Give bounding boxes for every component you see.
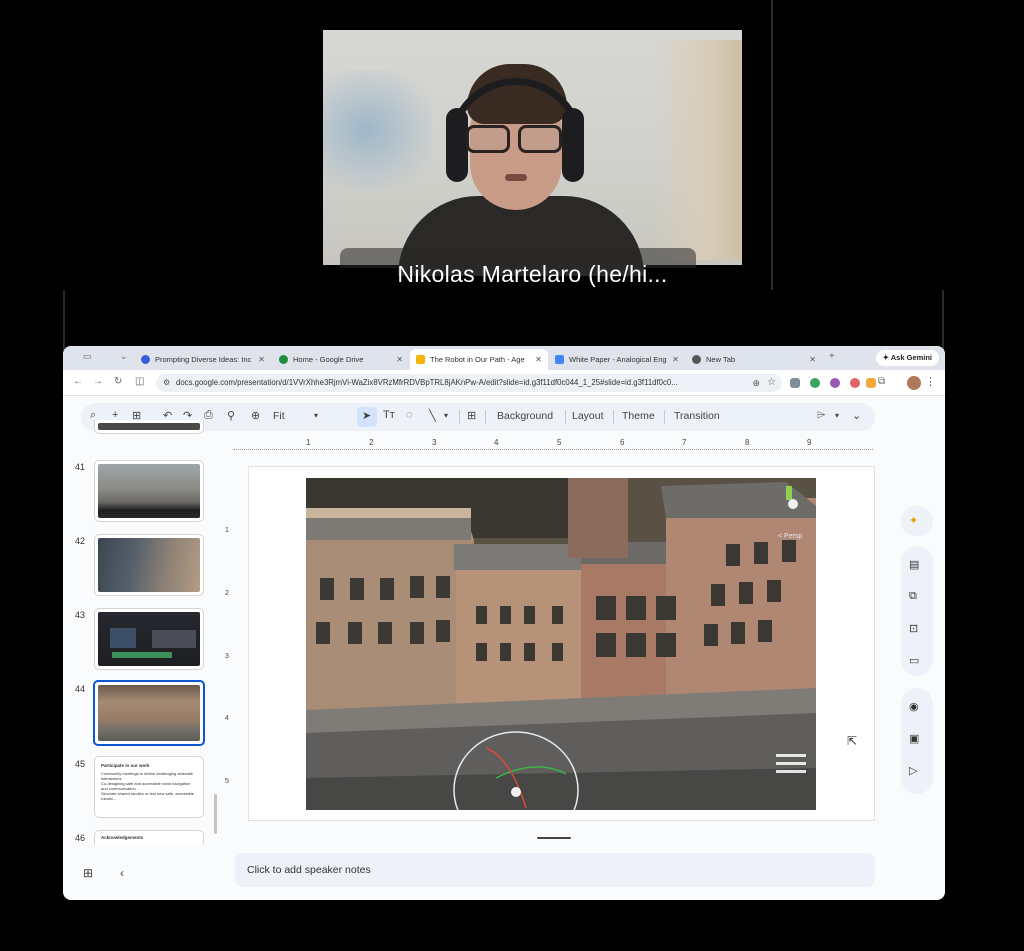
- slide-thumbnail-44[interactable]: [93, 680, 205, 746]
- bookmark-star-icon[interactable]: ☆: [767, 374, 776, 392]
- reload-icon[interactable]: ↻: [114, 376, 122, 387]
- grid-divider: [63, 290, 65, 350]
- chrome-icon: [692, 355, 701, 364]
- slide-image-city-street-simulation[interactable]: < Persp: [306, 478, 816, 810]
- zoom-icon[interactable]: ⊕: [251, 409, 260, 422]
- url-field[interactable]: ⚙ docs.google.com/presentation/d/1VVrXhh…: [156, 374, 782, 392]
- tab-favicon-icon: [141, 355, 150, 364]
- slide-thumbnail-40[interactable]: [94, 420, 204, 434]
- extension-icon[interactable]: [790, 378, 800, 388]
- glasses: [462, 125, 568, 153]
- slide-number: 46: [75, 833, 86, 843]
- slide-number: 45: [75, 759, 86, 769]
- close-icon[interactable]: ✕: [396, 355, 403, 364]
- close-icon[interactable]: ✕: [258, 355, 265, 364]
- slide-number: 44: [75, 684, 86, 694]
- background-button[interactable]: Background: [497, 410, 553, 422]
- slides-icon: [416, 355, 425, 364]
- copy-icon[interactable]: ⧉: [909, 590, 917, 603]
- street-scene-image: < Persp: [306, 478, 816, 810]
- tab-google-drive[interactable]: Home - Google Drive ✕: [273, 349, 409, 370]
- grid-view-icon[interactable]: ⊞: [83, 866, 93, 880]
- filmstrip-scrollbar[interactable]: [214, 794, 217, 834]
- slide-number: 42: [75, 536, 86, 546]
- captions-icon[interactable]: ▤: [909, 558, 919, 571]
- extension-icon[interactable]: [850, 378, 860, 388]
- close-icon[interactable]: ✕: [535, 355, 542, 364]
- line-dropdown-icon[interactable]: ▾: [444, 411, 448, 420]
- forward-icon[interactable]: →: [93, 376, 103, 387]
- tab-white-paper[interactable]: White Paper - Analogical Eng ✕: [549, 349, 685, 370]
- perspective-label: < Persp: [778, 533, 802, 540]
- slide-thumbnail-42[interactable]: [94, 534, 204, 596]
- slide-number: 43: [75, 610, 86, 620]
- slide-thumbnail-46[interactable]: Acknowledgements: [94, 830, 204, 844]
- zoom-dropdown-icon[interactable]: ▾: [314, 411, 318, 420]
- grid-divider: [942, 290, 944, 350]
- avatar[interactable]: [907, 376, 921, 390]
- extension-icon[interactable]: [830, 378, 840, 388]
- notes-resize-handle[interactable]: [537, 837, 571, 839]
- tab-robot-in-our-path[interactable]: The Robot in Our Path - Age ✕: [410, 349, 548, 370]
- folder-icon[interactable]: ▭: [909, 654, 919, 667]
- paint-format-icon[interactable]: ⚲: [227, 409, 235, 422]
- close-icon[interactable]: ✕: [809, 355, 816, 364]
- mouse-cursor-icon: ⇱: [847, 734, 858, 748]
- tab-search-icon[interactable]: ▭: [83, 351, 92, 362]
- pen-tool-icon[interactable]: ⌲: [817, 409, 826, 422]
- collapse-toolbar-icon[interactable]: ⌄: [852, 409, 861, 422]
- zoom-select[interactable]: Fit: [273, 410, 285, 422]
- line-icon[interactable]: ╲: [429, 409, 436, 422]
- extension-icon[interactable]: [866, 378, 876, 388]
- tab-new-tab[interactable]: New Tab ✕: [686, 349, 822, 370]
- gemini-sparkle-icon[interactable]: ✦: [909, 514, 918, 527]
- speaker-notes[interactable]: Click to add speaker notes: [235, 853, 875, 887]
- more-menu-icon[interactable]: ⋮: [925, 375, 936, 388]
- zoom-icon[interactable]: ⊕: [752, 374, 760, 392]
- shape-icon[interactable]: ◌: [406, 409, 413, 421]
- select-cursor-icon[interactable]: ➤: [362, 409, 371, 422]
- pen-dropdown-icon[interactable]: ▾: [835, 411, 839, 420]
- side-panel-icon[interactable]: ◫: [135, 376, 144, 387]
- record-icon[interactable]: ◉: [909, 700, 919, 713]
- collapse-filmstrip-icon[interactable]: ‹: [120, 866, 124, 880]
- tab-bar: ▭ ⌄ Prompting Diverse Ideas: Inc ✕ Home …: [63, 346, 945, 370]
- address-bar-row: ← → ↻ ◫ ⚙ docs.google.com/presentation/d…: [63, 370, 945, 396]
- vertical-ruler: 1 2 3 4 5: [225, 527, 229, 785]
- transition-button[interactable]: Transition: [674, 410, 720, 422]
- extension-icon[interactable]: [810, 378, 820, 388]
- shared-browser-window: ▭ ⌄ Prompting Diverse Ideas: Inc ✕ Home …: [63, 346, 945, 900]
- participant-mouth: [505, 174, 527, 181]
- insert-comment-icon[interactable]: ⊞: [467, 409, 476, 422]
- slide-filmstrip: 41 42 43 44 45 Participate in our work C…: [63, 420, 223, 844]
- slide-thumbnail-45[interactable]: Participate in our work Community meetin…: [94, 756, 204, 818]
- layout-button[interactable]: Layout: [572, 410, 604, 422]
- slide-thumbnail-41[interactable]: [94, 460, 204, 522]
- back-icon[interactable]: ←: [73, 376, 83, 387]
- grid-divider: [771, 0, 773, 290]
- drive-icon: [279, 355, 288, 364]
- extensions-puzzle-icon[interactable]: ⧉: [878, 376, 885, 387]
- text-box-icon[interactable]: Tт: [383, 409, 395, 421]
- slide-number: 41: [75, 462, 86, 472]
- video-icon[interactable]: ▣: [909, 732, 919, 745]
- tab-list-chevron-icon[interactable]: ⌄: [120, 351, 128, 362]
- horizontal-ruler: 1 2 3 4 5 6 7 8 9: [233, 436, 873, 450]
- tab-prompting[interactable]: Prompting Diverse Ideas: Inc ✕: [135, 349, 271, 370]
- present-icon[interactable]: ▷: [909, 764, 917, 777]
- print-icon[interactable]: ⎙: [204, 409, 213, 422]
- slide-thumbnail-43[interactable]: [94, 608, 204, 670]
- screen: Nikolas Martelaro (he/hi... ▭ ⌄ Promptin…: [0, 0, 1024, 951]
- image-edit-icon[interactable]: ⊡: [909, 622, 918, 635]
- theme-button[interactable]: Theme: [622, 410, 655, 422]
- ask-gemini-button[interactable]: ✦ Ask Gemini: [875, 350, 939, 366]
- participant-name: Nikolas Martelaro (he/hi...: [397, 261, 668, 287]
- new-tab-button[interactable]: +: [829, 351, 835, 362]
- close-icon[interactable]: ✕: [672, 355, 679, 364]
- site-info-icon[interactable]: ⚙: [163, 374, 170, 392]
- docs-icon: [555, 355, 564, 364]
